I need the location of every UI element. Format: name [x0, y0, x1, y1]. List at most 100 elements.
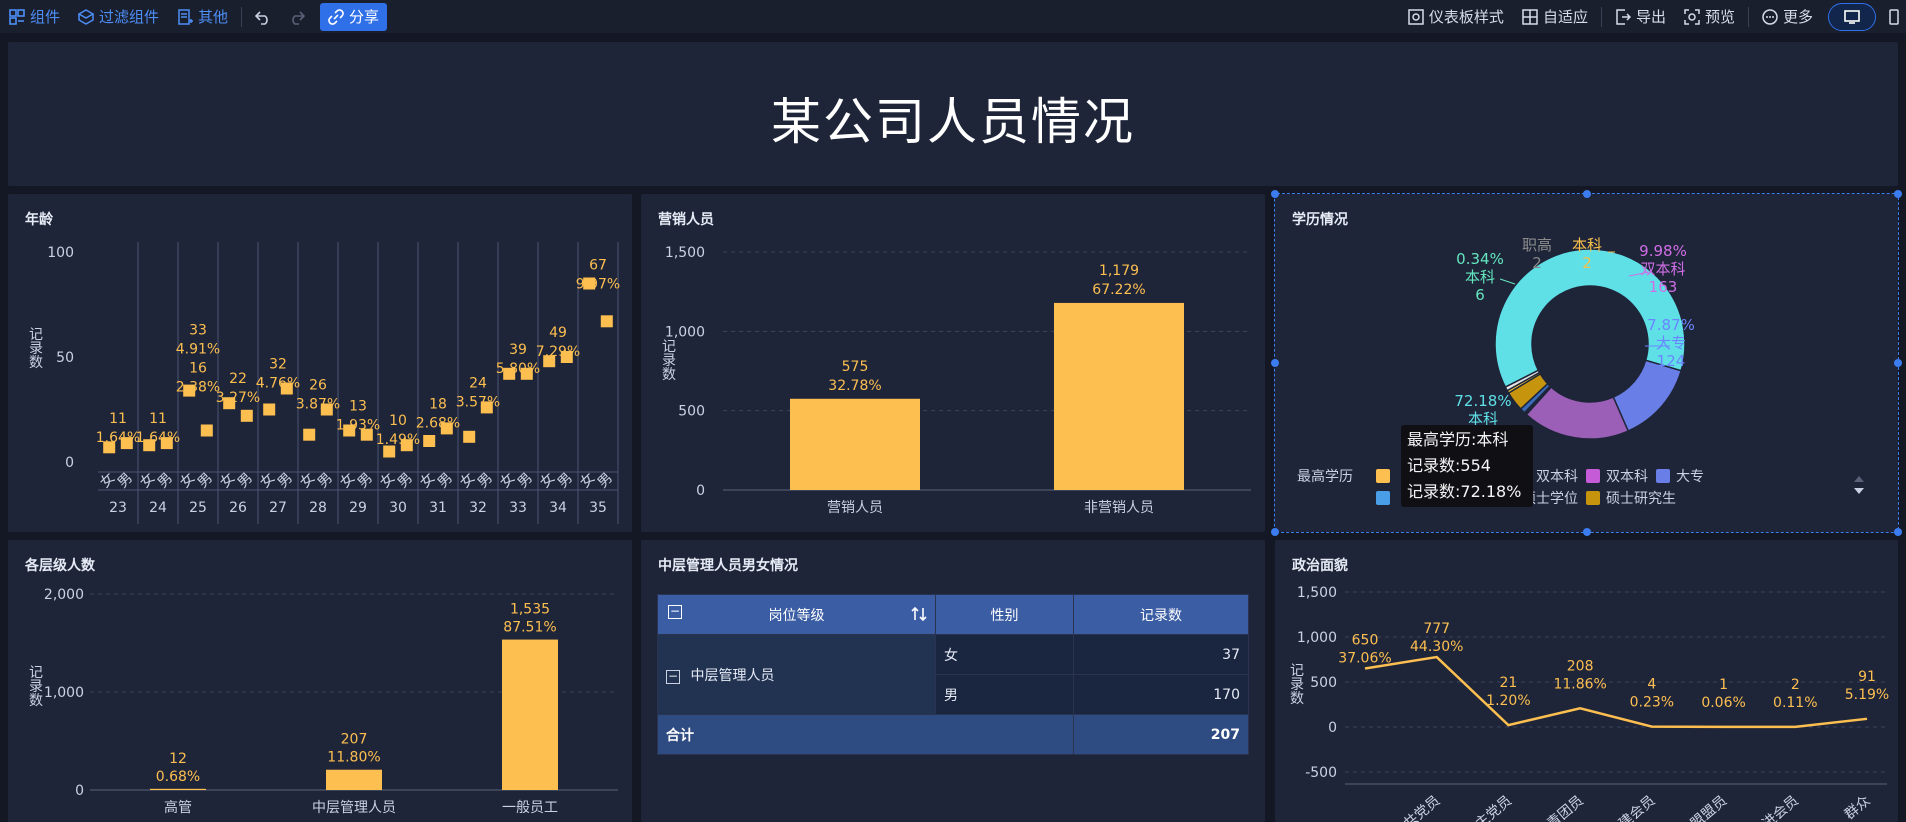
sort-icon[interactable] [911, 606, 927, 622]
adaptive-icon [1522, 8, 1538, 25]
x-group-label: 27 [269, 500, 287, 516]
y-axis-title: 数 [662, 367, 676, 383]
header-count[interactable]: 记录数 [1073, 594, 1249, 635]
x-sub-label: 男 [435, 470, 456, 491]
x-tick-label: 营销人员 [827, 500, 883, 516]
data-label: 49 [549, 325, 567, 341]
pie-label: 2 [1532, 254, 1542, 272]
header-gender[interactable]: 性别 [935, 594, 1074, 635]
pie-label: 72.18% [1454, 392, 1511, 410]
undo-button[interactable] [246, 0, 280, 33]
chart-tooltip: 最高学历:本科 记录数:554 记录数:72.18% [1401, 425, 1533, 507]
levels-panel[interactable]: 各层级人数 记录数 0 1,000 2,000 12 0.68% 高管 207 11.80% 中层… [8, 540, 632, 822]
group-cell[interactable]: − 中层管理人员 [657, 634, 936, 715]
x-group-label: 28 [309, 500, 327, 516]
legend-swatch [1376, 491, 1390, 505]
total-count: 207 [1073, 714, 1249, 755]
x-group-label: 32 [469, 500, 487, 516]
x-sub-label: 男 [395, 470, 416, 491]
x-sub-label: 男 [555, 470, 576, 491]
adaptive-button[interactable]: 自适应 [1513, 0, 1597, 33]
x-group-label: 30 [389, 500, 407, 516]
data-label: 13 [349, 399, 367, 415]
scatter-point [240, 409, 253, 422]
pie-label: 163 [1649, 278, 1678, 296]
resize-handle[interactable] [1582, 528, 1591, 536]
title-panel[interactable]: 某公司人员情况 [8, 42, 1898, 186]
pie-label: 职高 [1522, 236, 1552, 254]
legend-item[interactable]: 硕士研究生 [1586, 488, 1676, 508]
data-label: 9.97% [576, 277, 620, 293]
resize-handle[interactable] [1271, 528, 1279, 536]
header-position-level[interactable]: − 岗位等级 [657, 594, 936, 635]
scatter-point [263, 403, 276, 416]
political-panel[interactable]: 政治面貌 记录数 -500 0 500 1,000 1,500 650 37.06% 777 44… [1275, 540, 1898, 822]
data-label: 11.80% [327, 750, 380, 766]
data-label: 1.64% [136, 430, 180, 446]
data-label: 3.27% [216, 390, 260, 406]
marketing-panel[interactable]: 营销人员 记录数 0 500 1,000 1,500 575 32.78% 营销人员 1,179… [641, 194, 1265, 532]
dashboard-title: 某公司人员情况 [771, 93, 1135, 151]
y-tick-label: 1,000 [44, 685, 84, 701]
collapse-icon[interactable]: − [668, 605, 682, 619]
preview-button[interactable]: 预览 [1675, 0, 1744, 33]
resize-handle[interactable] [1582, 190, 1591, 198]
resize-handle[interactable] [1894, 528, 1902, 536]
mobile-view-button[interactable] [1882, 3, 1906, 31]
x-group-label: 35 [589, 500, 607, 516]
other-icon [178, 8, 194, 25]
political-chart: 记录数-50005001,0001,50065037.06%77744.30%2… [1290, 585, 1889, 822]
collapse-icon[interactable]: − [666, 669, 680, 684]
count-cell: 170 [1073, 674, 1249, 715]
data-label: 0.11% [1773, 695, 1817, 711]
resize-handle[interactable] [1271, 190, 1279, 198]
data-label: 21 [1500, 675, 1518, 691]
resize-handle[interactable] [1271, 359, 1279, 367]
middle-panel-title: 中层管理人员男女情况 [658, 558, 798, 574]
data-label: 32 [269, 357, 287, 373]
component-label: 组件 [30, 8, 61, 26]
filter-component-button[interactable]: 过滤组件 [69, 0, 168, 33]
legend-item[interactable] [1376, 491, 1396, 505]
adaptive-label: 自适应 [1542, 8, 1588, 26]
legend-item[interactable]: 双本科 [1586, 466, 1648, 486]
component-button[interactable]: 组件 [0, 0, 69, 33]
export-label: 导出 [1635, 8, 1666, 26]
other-label: 其他 [198, 8, 229, 26]
data-label: 0.68% [156, 769, 200, 785]
legend-swatch [1586, 469, 1600, 483]
data-label: 5.19% [1845, 687, 1889, 703]
legend-item[interactable] [1376, 469, 1396, 483]
gender-cell: 男 [935, 674, 1074, 715]
legend-label: 大专 [1676, 469, 1704, 485]
dashboard-style-button[interactable]: 仪表板样式 [1399, 0, 1513, 33]
pie-label: 双本科 [1640, 260, 1685, 278]
group-label: 中层管理人员 [690, 667, 775, 684]
resize-handle[interactable] [1894, 190, 1902, 198]
legend-pager-icon[interactable] [1852, 474, 1866, 496]
levels-chart: 记录数01,0002,000120.68%高管20711.80%中层管理人员1,… [29, 587, 618, 816]
x-group-label: 34 [549, 500, 567, 516]
more-button[interactable]: 更多 [1753, 0, 1822, 33]
middle-panel[interactable]: 中层管理人员男女情况 − 岗位等级 性别 记录数 − 中层管理人员 女 37 男… [641, 540, 1265, 822]
other-button[interactable]: 其他 [168, 0, 237, 33]
data-label: 11 [149, 411, 167, 427]
education-panel[interactable]: 学历情况 0.34% 本科 6 职高 2 本科 2 9.98% 双本科 163 7.87% 大专 124… [1274, 193, 1899, 533]
data-label: 11.86% [1553, 676, 1606, 692]
desktop-view-button[interactable] [1828, 2, 1876, 31]
filter-component-icon [78, 8, 95, 25]
redo-button[interactable] [280, 0, 314, 33]
export-button[interactable]: 导出 [1606, 0, 1675, 33]
data-label: 32.78% [828, 378, 881, 394]
share-button[interactable]: 分享 [320, 2, 388, 31]
data-label: 2 [1791, 677, 1800, 693]
age-panel[interactable]: 年龄 记录数 0 50 100 23 女男 24 女男 25 女男 26 女男 27 女男 28 女男 29 女男… [8, 194, 632, 532]
share-label: 分享 [349, 8, 380, 26]
data-label: 67.22% [1092, 282, 1145, 298]
legend-item[interactable]: 大专 [1656, 466, 1704, 486]
data-label: 11 [109, 411, 127, 427]
pie-label: 0.34% [1456, 250, 1504, 268]
marketing-chart: 记录数05001,0001,50057532.78%营销人员1,17967.22… [662, 245, 1251, 516]
resize-handle[interactable] [1894, 359, 1902, 367]
data-label: 24 [469, 375, 487, 391]
